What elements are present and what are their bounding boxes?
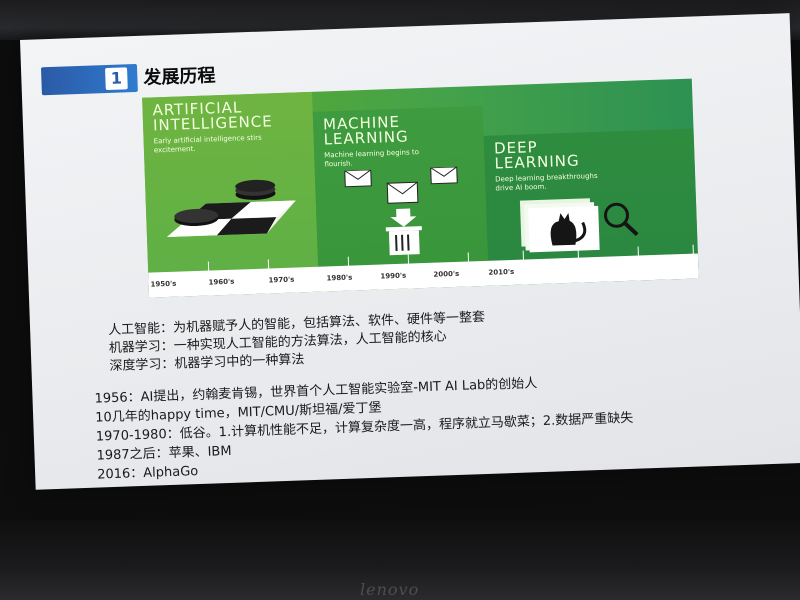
panel-artificial-intelligence: ARTIFICIAL INTELLIGENCE Early artificial…	[142, 91, 319, 273]
panel-dl-title-line2: LEARNING	[494, 151, 580, 173]
panel-machine-learning: MACHINE LEARNING Machine learning begins…	[312, 105, 488, 267]
monitor-brand-logo: lenovo	[360, 580, 420, 599]
decade-label: 1990's	[380, 271, 407, 281]
email-filter-icon	[344, 166, 458, 256]
checkers-board-icon	[166, 179, 296, 237]
history-line-2016: 2016：AlphaGo	[96, 464, 199, 483]
panel-ai-subtitle: Early artificial intelligence stirs exci…	[153, 133, 262, 155]
ai-history-timeline-graphic: ARTIFICIAL INTELLIGENCE Early artificial…	[142, 78, 699, 298]
panel-ml-subtitle: Machine learning begins to flourish.	[324, 148, 420, 169]
decade-label: 2010's	[488, 267, 515, 277]
decade-label: 2000's	[433, 269, 460, 279]
section-number: 1	[105, 67, 128, 91]
panel-ml-title-line2: LEARNING	[323, 127, 409, 149]
cat-image-recognition-icon	[519, 198, 639, 253]
panel-ai-title-line2: INTELLIGENCE	[152, 112, 274, 135]
decade-label: 1970's	[268, 275, 295, 285]
panel-dl-subtitle: Deep learning breakthroughs drive AI boo…	[495, 171, 598, 193]
presentation-slide: 1 发展历程 ARTIFICIAL INTELLIGENCE Early art…	[20, 13, 800, 490]
decade-label: 1960's	[208, 277, 235, 287]
decade-label: 1950's	[150, 279, 177, 289]
panel-deep-learning: DEEP LEARNING Deep learning breakthrough…	[483, 128, 698, 261]
history-line-1987: 1987之后：苹果、IBM	[96, 443, 232, 464]
slide-title: 发展历程	[143, 65, 216, 89]
decade-label: 1980's	[326, 273, 353, 283]
